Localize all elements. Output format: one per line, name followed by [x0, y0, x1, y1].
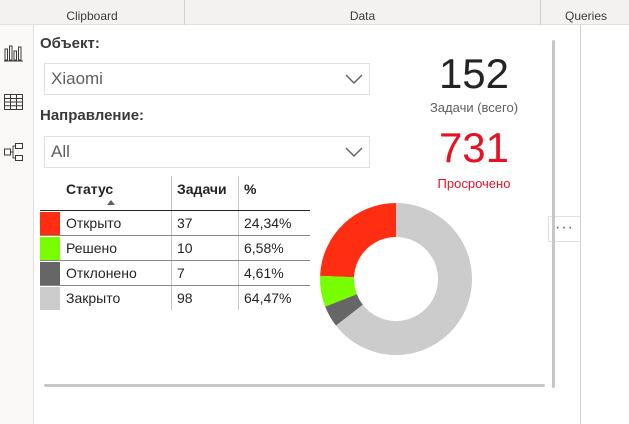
- status-color-swatch: [40, 261, 60, 285]
- color-swatch-cell: [40, 211, 61, 235]
- total-tasks-value: 152: [438, 50, 510, 97]
- object-slicer-dropdown[interactable]: Xiaomi: [44, 63, 370, 95]
- right-pane: [580, 25, 629, 424]
- pct-cell: 4,61%: [238, 261, 310, 285]
- status-color-swatch: [40, 286, 60, 310]
- status-color-swatch: [40, 236, 60, 260]
- color-swatch-cell: [40, 236, 61, 260]
- canvas-vertical-scrollbar[interactable]: [552, 40, 555, 388]
- status-cell: Закрыто: [66, 290, 121, 306]
- column-header-tasks[interactable]: Задачи: [171, 176, 238, 210]
- report-view-icon[interactable]: [3, 43, 25, 63]
- ribbon-group-clipboard: Clipboard: [0, 0, 185, 25]
- table-view-icon[interactable]: [3, 92, 25, 112]
- ribbon-group-label: Clipboard: [66, 9, 118, 23]
- tasks-cell: 98: [171, 286, 238, 310]
- direction-slicer-dropdown[interactable]: All: [44, 136, 370, 168]
- chevron-down-icon: [345, 74, 363, 84]
- color-swatch-cell: [40, 286, 61, 310]
- donut-slice-1[interactable]: [320, 203, 396, 278]
- object-slicer-title: Объект:: [40, 35, 100, 52]
- overdue-tasks-label: Просрочено: [437, 176, 511, 191]
- object-slicer-value: Xiaomi: [51, 69, 103, 88]
- table-row[interactable]: Открыто 37 24,34%: [40, 210, 310, 235]
- column-header-label: Задачи: [177, 181, 227, 197]
- status-cell: Отклонено: [66, 265, 137, 281]
- powerbi-window: Clipboard Data Queries Объект: Xiaomi На…: [0, 0, 629, 424]
- table-header-spacer: [40, 176, 61, 210]
- table-body: Открыто 37 24,34% Решено 10 6,58% Отклон…: [40, 210, 310, 310]
- ribbon: Clipboard Data Queries: [0, 0, 629, 25]
- column-header-label: Статус: [66, 181, 114, 197]
- sort-ascending-icon: [107, 200, 115, 205]
- ribbon-group-queries: Queries: [541, 0, 629, 25]
- ribbon-group-label: Queries: [565, 9, 608, 23]
- column-header-pct[interactable]: %: [238, 176, 310, 210]
- table-row[interactable]: Решено 10 6,58%: [40, 235, 310, 260]
- status-cell: Открыто: [66, 215, 122, 231]
- color-swatch-cell: [40, 261, 61, 285]
- ribbon-group-label: Data: [349, 9, 376, 23]
- view-switcher-rail: [0, 25, 34, 424]
- status-table: Статус Задачи % Открыто 37 24,34% Решено…: [40, 176, 310, 310]
- ribbon-group-data: Data: [185, 0, 541, 25]
- overdue-tasks-value: 731: [438, 124, 510, 171]
- status-cell: Решено: [66, 240, 118, 256]
- column-header-label: %: [244, 181, 257, 197]
- tasks-cell: 10: [171, 236, 238, 260]
- table-header-row: Статус Задачи %: [40, 176, 310, 210]
- status-donut-chart[interactable]: [318, 201, 474, 357]
- tasks-cell: 37: [171, 211, 238, 235]
- pct-cell: 6,58%: [238, 236, 310, 260]
- table-row[interactable]: Закрыто 98 64,47%: [40, 285, 310, 310]
- chevron-down-icon: [345, 147, 363, 157]
- table-row[interactable]: Отклонено 7 4,61%: [40, 260, 310, 285]
- model-view-icon[interactable]: [3, 142, 25, 162]
- pct-cell: 24,34%: [238, 211, 310, 235]
- direction-slicer-value: All: [51, 142, 70, 161]
- direction-slicer-title: Направление:: [40, 107, 145, 124]
- status-color-swatch: [40, 211, 60, 235]
- canvas-horizontal-scrollbar[interactable]: [44, 384, 545, 387]
- total-tasks-label: Задачи (всего): [429, 100, 519, 115]
- tasks-cell: 7: [171, 261, 238, 285]
- column-header-status[interactable]: Статус: [61, 176, 171, 210]
- pct-cell: 64,47%: [238, 286, 310, 310]
